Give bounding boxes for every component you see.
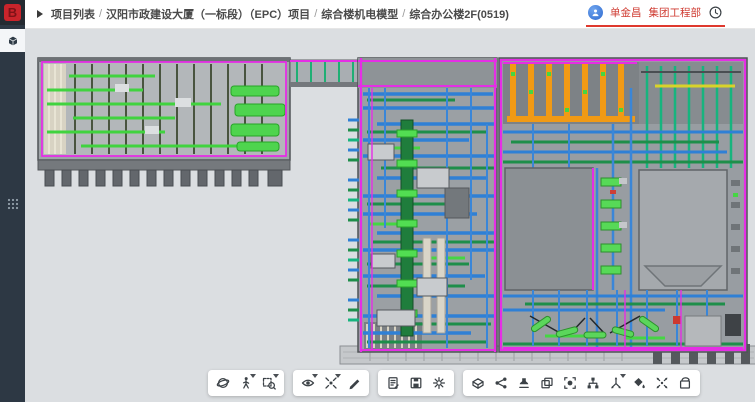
sidebar-item-model[interactable] [0, 29, 25, 52]
breadcrumb-separator: / [402, 8, 405, 20]
breadcrumb-item-current-model: 综合办公楼2F(0519) [409, 6, 509, 22]
dropdown-caret-icon [250, 374, 256, 378]
left-sidebar: B [0, 0, 25, 402]
toolbar-group-file [378, 370, 454, 396]
sidebar-item-apps[interactable] [0, 192, 25, 215]
toolbar-group-navigation [208, 370, 284, 396]
user-department[interactable]: 集团工程部 [649, 5, 702, 20]
material-paint-button[interactable] [629, 373, 649, 393]
reset-view-button[interactable] [675, 373, 695, 393]
fit-view-button[interactable] [652, 373, 672, 393]
focus-target-icon [563, 376, 577, 390]
settings-button[interactable] [429, 373, 449, 393]
section-box-button[interactable] [468, 373, 488, 393]
dropdown-caret-icon [620, 374, 626, 378]
apps-grid-icon [7, 198, 19, 210]
axis-button[interactable] [606, 373, 626, 393]
model-canvas[interactable] [25, 28, 755, 402]
markup-pencil-button[interactable] [344, 373, 364, 393]
explode-button[interactable] [321, 373, 341, 393]
markup-pencil-icon [347, 376, 361, 390]
orbit-button[interactable] [213, 373, 233, 393]
model-cube-icon [7, 35, 19, 47]
person-icon [591, 8, 600, 17]
axis-icon [609, 376, 623, 390]
dropdown-caret-icon [312, 374, 318, 378]
explode-icon [324, 376, 338, 390]
compare-icon [540, 376, 554, 390]
app-logo[interactable]: B [0, 0, 25, 25]
stamp-button[interactable] [514, 373, 534, 393]
breadcrumb-separator: / [314, 8, 317, 20]
reset-view-icon [678, 376, 692, 390]
walkthrough-icon [239, 376, 253, 390]
zoom-window-button[interactable] [259, 373, 279, 393]
view-angle-icon [301, 376, 315, 390]
save-button[interactable] [406, 373, 426, 393]
breadcrumb-item-projects[interactable]: 项目列表 [51, 6, 95, 22]
breadcrumb-item-model-group[interactable]: 综合楼机电模型 [321, 6, 398, 22]
focus-button[interactable] [560, 373, 580, 393]
viewer-toolbar [208, 370, 700, 396]
view-angle-button[interactable] [298, 373, 318, 393]
breadcrumb-item-project[interactable]: 汉阳市政建设大厦（一标段）（EPC）项目 [106, 6, 310, 22]
fit-view-icon [655, 376, 669, 390]
material-paint-icon [632, 376, 646, 390]
top-bar: 项目列表 / 汉阳市政建设大厦（一标段）（EPC）项目 / 综合楼机电模型 / … [25, 0, 755, 29]
stamp-icon [517, 376, 531, 390]
history-button[interactable] [708, 5, 723, 20]
bim-floorplan-model [25, 28, 755, 402]
document-notes-button[interactable] [383, 373, 403, 393]
zoom-window-icon [262, 376, 276, 390]
compare-button[interactable] [537, 373, 557, 393]
user-avatar[interactable] [588, 5, 603, 20]
breadcrumb-arrow-icon[interactable] [37, 10, 43, 18]
share-button[interactable] [491, 373, 511, 393]
structure-tree-icon [586, 376, 600, 390]
section-box-icon [471, 376, 485, 390]
orbit-icon [216, 376, 230, 390]
gear-icon [432, 376, 446, 390]
toolbar-group-tools [463, 370, 700, 396]
structure-tree-button[interactable] [583, 373, 603, 393]
share-icon [494, 376, 508, 390]
user-name[interactable]: 单金昌 [610, 5, 642, 20]
brand-logo-icon: B [4, 4, 21, 21]
breadcrumb-separator: / [99, 8, 102, 20]
clock-icon [708, 5, 723, 20]
document-notes-icon [386, 376, 400, 390]
user-area: 单金昌 集团工程部 [586, 1, 725, 27]
dropdown-caret-icon [273, 374, 279, 378]
walkthrough-button[interactable] [236, 373, 256, 393]
dropdown-caret-icon [335, 374, 341, 378]
breadcrumb: 项目列表 / 汉阳市政建设大厦（一标段）（EPC）项目 / 综合楼机电模型 / … [37, 6, 509, 22]
toolbar-group-view [293, 370, 369, 396]
save-icon [409, 376, 423, 390]
